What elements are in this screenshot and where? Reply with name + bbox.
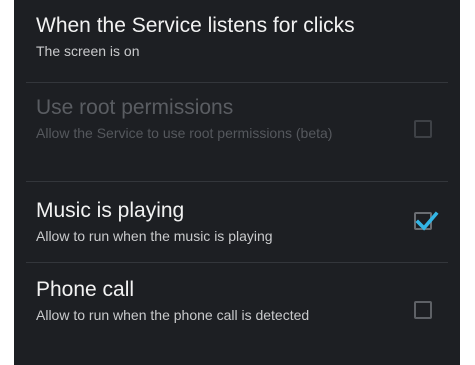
music-playing-checkbox[interactable] bbox=[414, 211, 439, 231]
pref-phone-call[interactable]: Phone call Allow to run when the phone c… bbox=[14, 278, 460, 324]
pref-music-playing[interactable]: Music is playing Allow to run when the m… bbox=[14, 199, 460, 245]
pref-title: Use root permissions bbox=[36, 96, 234, 119]
pref-title: Music is playing bbox=[36, 199, 185, 222]
settings-screen: When the Service listens for clicks The … bbox=[14, 0, 460, 365]
divider bbox=[26, 82, 448, 83]
pref-summary: Allow to run when the phone call is dete… bbox=[36, 307, 310, 323]
divider bbox=[26, 262, 448, 263]
phone-call-checkbox[interactable] bbox=[414, 301, 432, 319]
checkmark-icon bbox=[415, 211, 439, 231]
pref-root-permissions: Use root permissions Allow the Service t… bbox=[14, 96, 460, 142]
pref-summary: Allow to run when the music is playing bbox=[36, 228, 273, 244]
pref-summary: Allow the Service to use root permission… bbox=[36, 125, 333, 141]
pref-service-listens[interactable]: When the Service listens for clicks The … bbox=[14, 14, 460, 60]
divider bbox=[26, 181, 448, 182]
root-permissions-checkbox bbox=[414, 120, 432, 138]
pref-title: When the Service listens for clicks bbox=[36, 14, 355, 37]
pref-summary: The screen is on bbox=[36, 43, 140, 59]
pref-title: Phone call bbox=[36, 278, 135, 301]
